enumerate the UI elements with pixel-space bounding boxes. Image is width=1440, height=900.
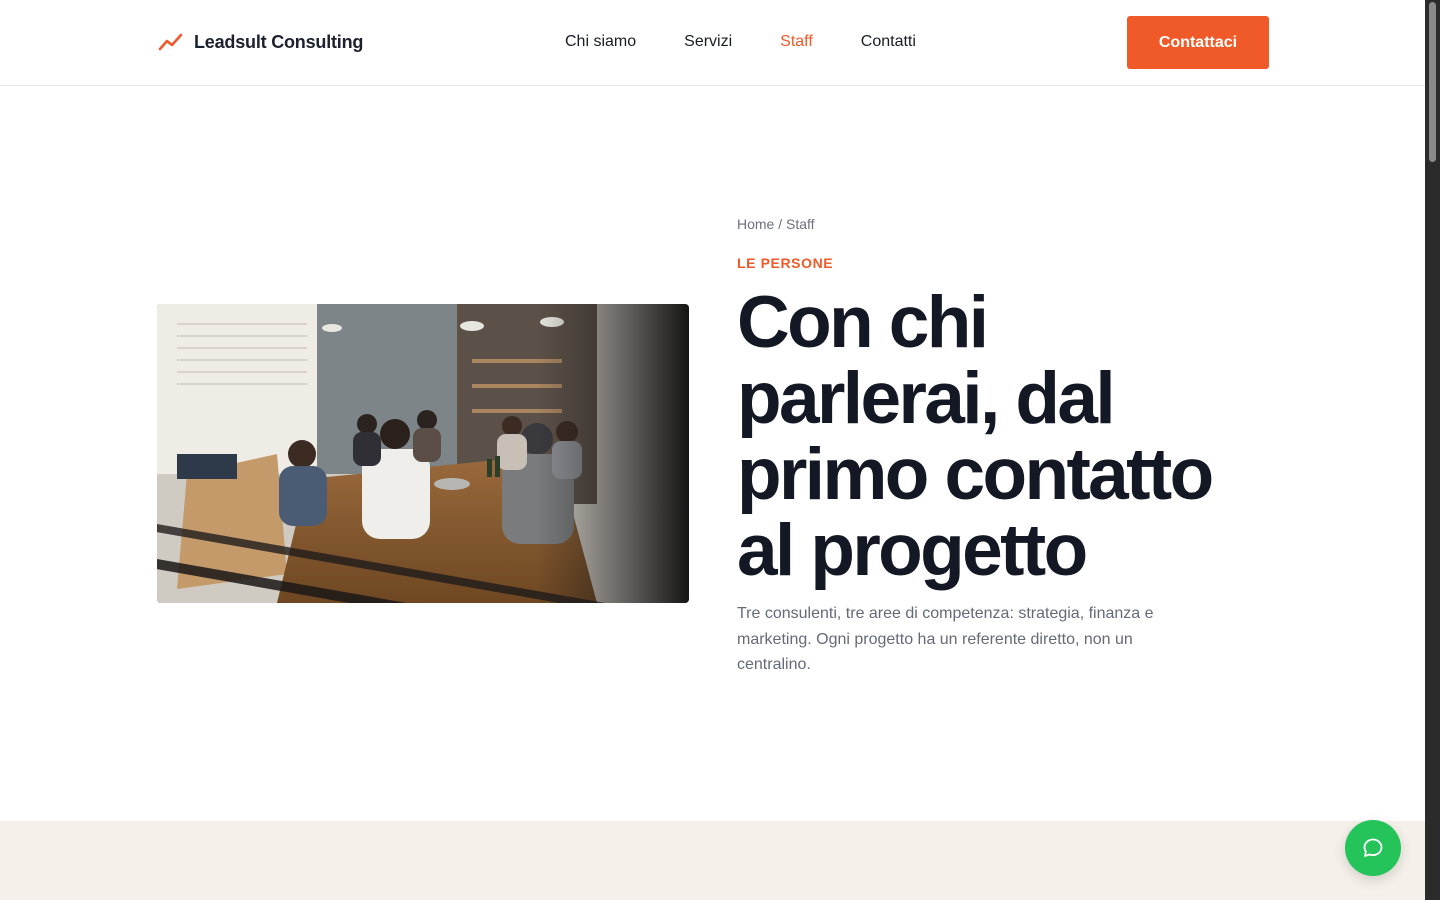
nav-item-contatti[interactable]: Contatti <box>861 32 916 52</box>
hero-team-photo <box>157 304 689 603</box>
hero-description: Tre consulenti, tre aree di competenza: … <box>737 605 1154 673</box>
chat-button[interactable] <box>1345 820 1401 876</box>
logo-link[interactable]: Leadsult Consulting <box>158 30 363 54</box>
breadcrumb: Home / Staff <box>737 216 815 232</box>
title-line: Con chi <box>737 282 989 363</box>
title-line: al progetto <box>737 510 1088 591</box>
chat-bubble-icon <box>1363 838 1383 857</box>
next-section <box>0 821 1425 900</box>
breadcrumb-separator: / <box>778 216 783 232</box>
nav-item-chi-siamo[interactable]: Chi siamo <box>565 32 636 52</box>
page-scrollbar[interactable] <box>1425 0 1440 900</box>
title-line: primo contatto <box>737 434 1214 515</box>
page: Leadsult Consulting Chi siamo Servizi St… <box>0 0 1425 900</box>
main-nav: Chi siamo Servizi Staff Contatti <box>565 32 964 52</box>
trend-up-icon <box>158 33 183 51</box>
title-line: parlerai, dal <box>737 358 1116 439</box>
scrollbar-thumb[interactable] <box>1429 2 1436 162</box>
brand-name: Leadsult Consulting <box>194 31 364 52</box>
team-meeting-illustration <box>157 304 689 603</box>
breadcrumb-home[interactable]: Home <box>737 216 774 232</box>
contact-button[interactable]: Contattaci <box>1127 16 1269 69</box>
site-header: Leadsult Consulting Chi siamo Servizi St… <box>0 0 1425 86</box>
nav-item-staff[interactable]: Staff <box>780 32 813 52</box>
breadcrumb-current: Staff <box>786 216 815 232</box>
section-eyebrow: LE PERSONE <box>737 255 834 271</box>
nav-item-servizi[interactable]: Servizi <box>684 32 732 52</box>
page-title: Con chi parlerai, dal primo contatto al … <box>737 285 1277 589</box>
